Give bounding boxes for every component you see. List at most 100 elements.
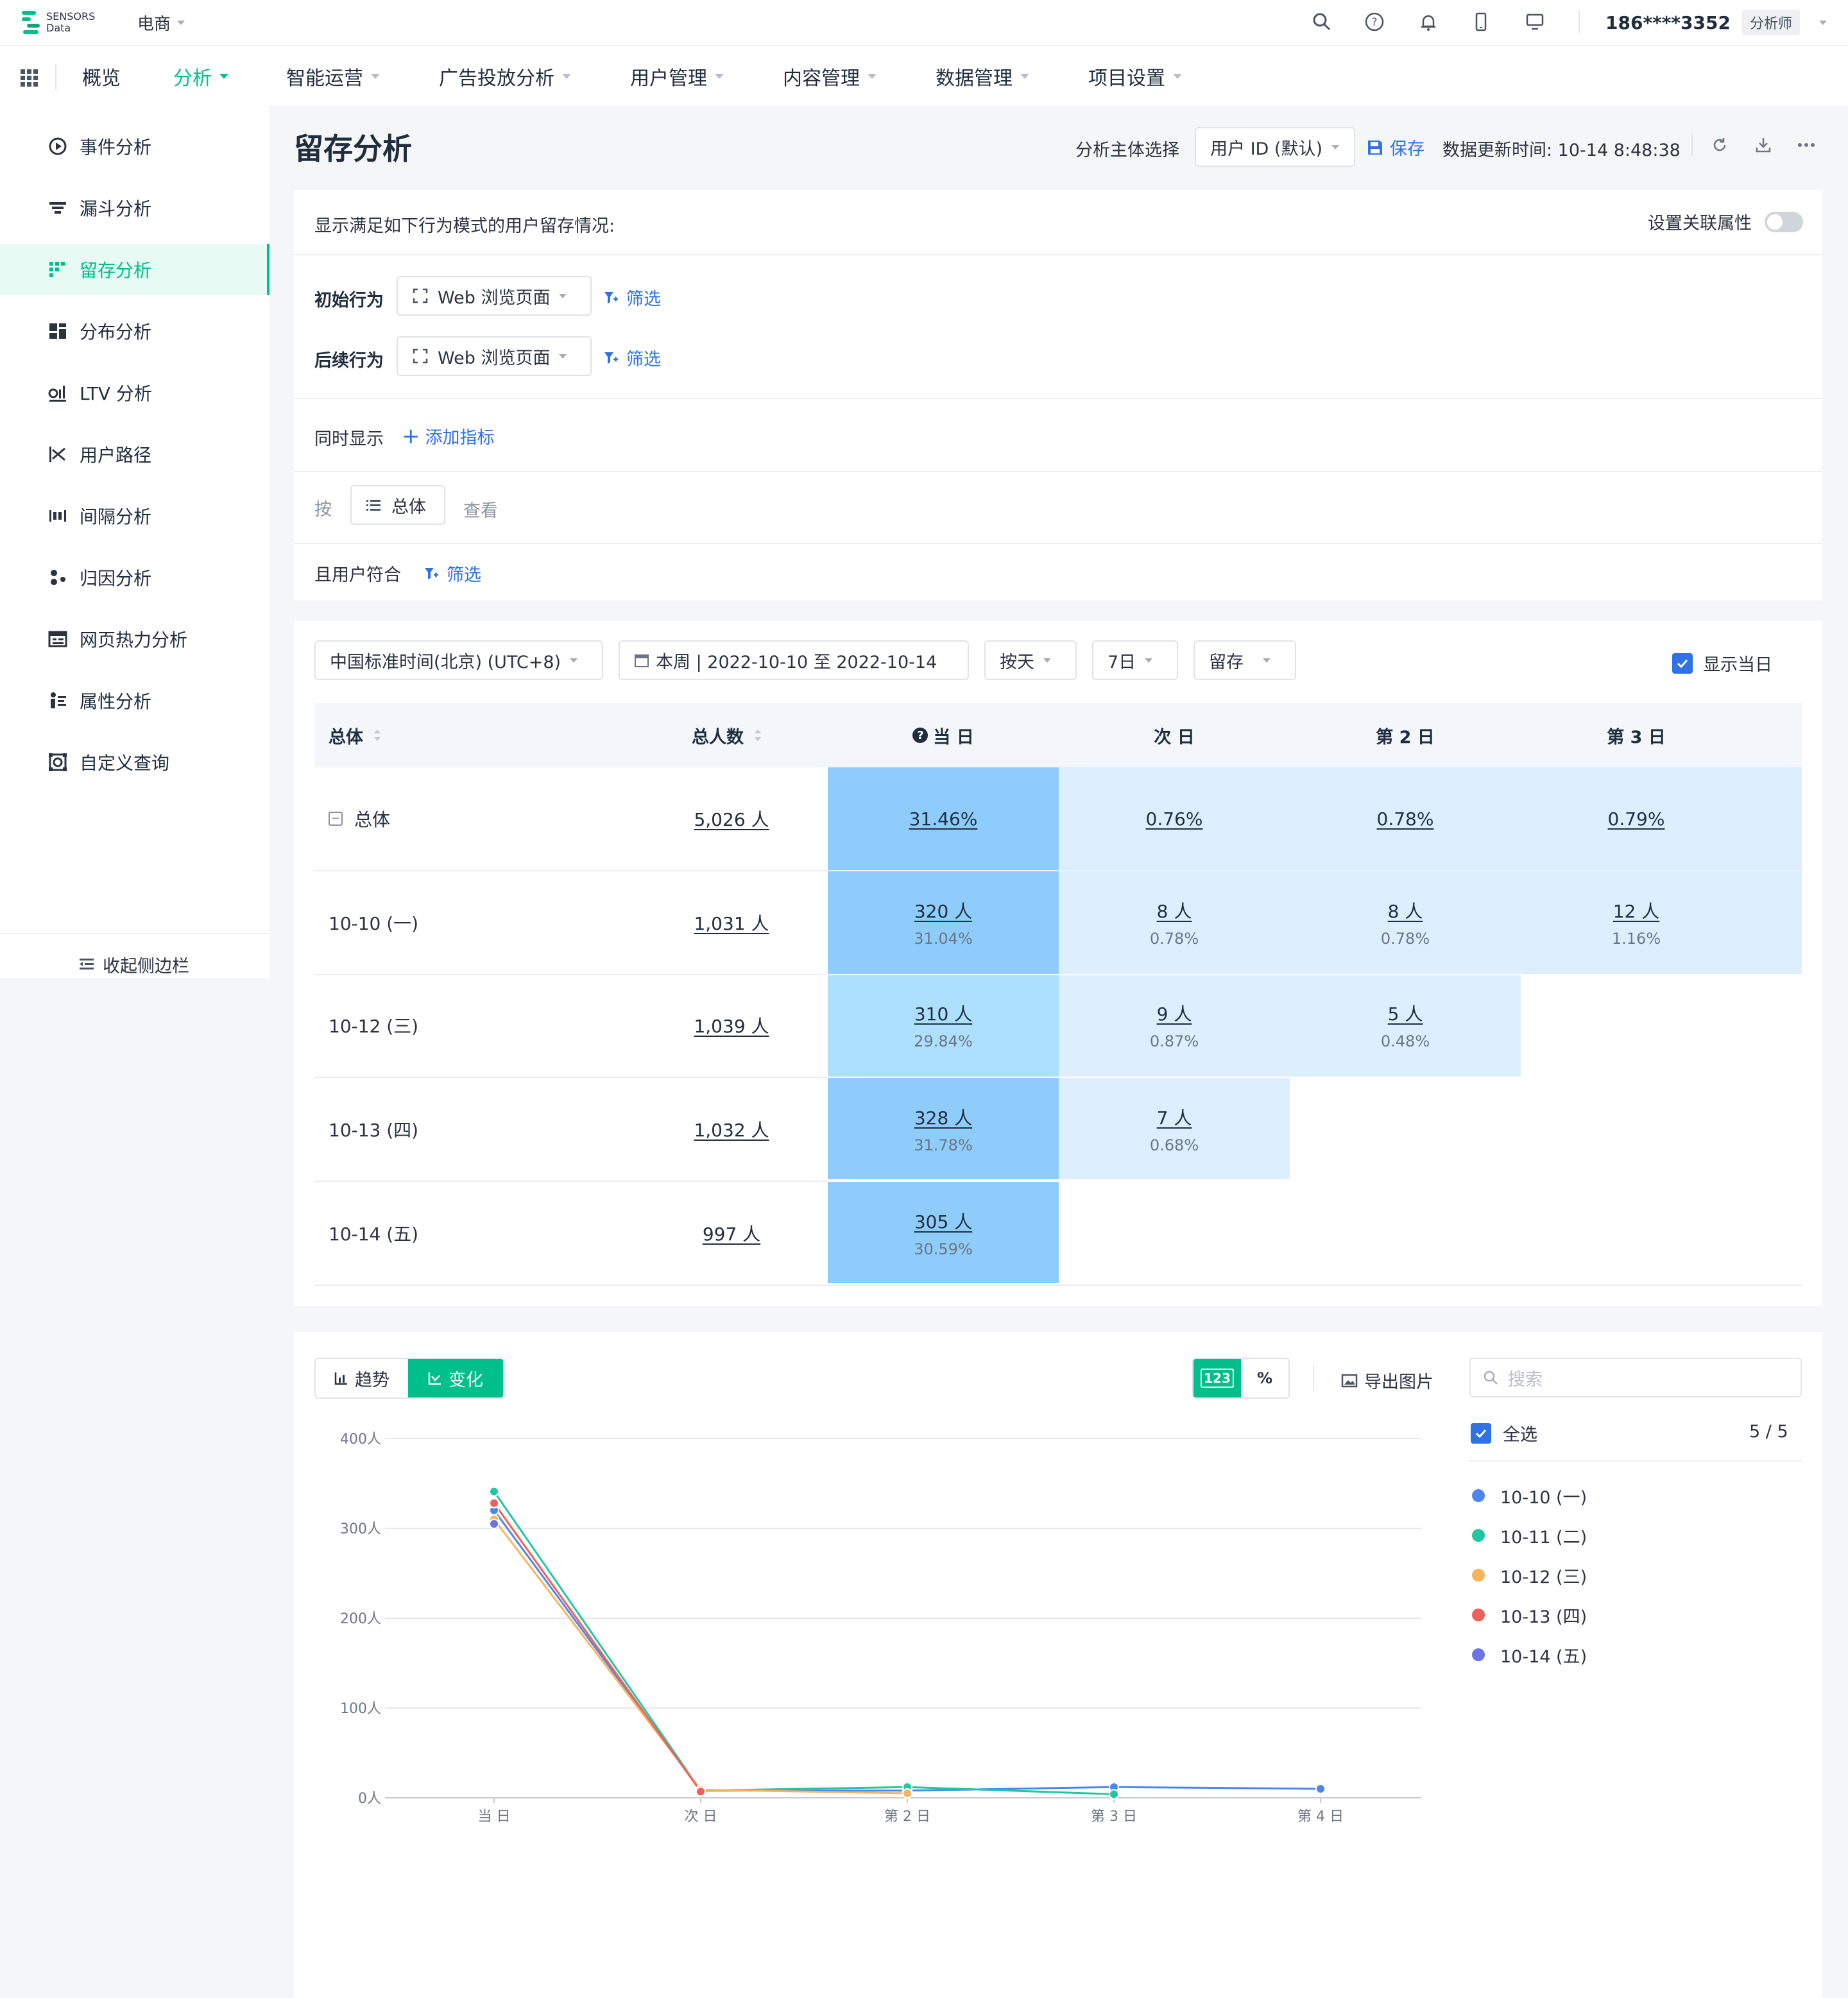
add-metric-button[interactable]: + 添加指标	[402, 423, 495, 448]
tab-trend[interactable]: 趋势	[316, 1359, 409, 1397]
cell-rate: 0.78%	[1149, 930, 1199, 948]
total-cell[interactable]: 1,032 人	[642, 1078, 821, 1181]
mobile-icon[interactable]	[1471, 12, 1491, 32]
header-group[interactable]: 总体	[329, 703, 382, 767]
x-tick-label: 第 3 日	[1091, 1809, 1137, 1825]
initial-behavior-select[interactable]: Web 浏览页面	[397, 276, 592, 316]
filter-icon	[425, 567, 438, 579]
bell-icon[interactable]	[1418, 12, 1439, 32]
followup-filter-button[interactable]: 筛选	[603, 345, 661, 370]
series-search-input[interactable]: 搜索	[1469, 1358, 1802, 1397]
legend-item[interactable]: 10-13 (四)	[1472, 1595, 1793, 1635]
filter-icon	[604, 352, 618, 364]
nav-content[interactable]: 内容管理	[783, 46, 877, 107]
sort-icon	[374, 730, 381, 741]
total-cell[interactable]: 1,039 人	[642, 974, 821, 1077]
retention-cell[interactable]: 31.46%	[828, 767, 1059, 870]
total-cell[interactable]: 5,026 人	[642, 767, 821, 870]
user-menu[interactable]: 186****3352 分析师	[1605, 9, 1827, 36]
retention-cell[interactable]: 0.76%	[1059, 767, 1290, 870]
list-icon	[366, 500, 381, 511]
cell-rate: 1.16%	[1611, 930, 1661, 948]
retention-cell[interactable]: 305 人 30.59%	[828, 1182, 1059, 1285]
sidebar-item-interval[interactable]: 间隔分析	[0, 490, 270, 542]
refresh-icon[interactable]	[1711, 136, 1729, 154]
divider	[294, 543, 1822, 544]
sidebar-item-query[interactable]: 自定义查询	[0, 737, 270, 788]
date-range-picker[interactable]: 本周 | 2022-10-10 至 2022-10-14	[619, 640, 969, 680]
group-by-select[interactable]: 总体	[350, 485, 445, 525]
more-icon[interactable]	[1797, 136, 1816, 154]
sidebar-item-path[interactable]: 用户路径	[0, 429, 270, 480]
cell-value: 9 人	[1156, 1003, 1192, 1025]
nav-project-settings[interactable]: 项目设置	[1088, 46, 1182, 107]
apps-grid-icon[interactable]	[19, 68, 40, 89]
retention-cell[interactable]: 8 人 0.78%	[1290, 871, 1521, 974]
sidebar-item-attribution[interactable]: 归因分析	[0, 552, 270, 603]
save-icon	[1368, 140, 1382, 155]
sidebar-item-distribution[interactable]: 分布分析	[0, 305, 270, 357]
logo[interactable]: SENSORS Data	[21, 9, 95, 36]
retention-cell[interactable]: 7 人 0.68%	[1059, 1078, 1290, 1181]
sidebar-item-event[interactable]: 事件分析	[0, 121, 270, 172]
header-total[interactable]: 总人数	[692, 703, 763, 767]
legend-item[interactable]: 10-10 (一)	[1472, 1476, 1793, 1516]
nav-users[interactable]: 用户管理	[630, 46, 724, 107]
sidebar-item-heatmap[interactable]: 网页热力分析	[0, 613, 270, 665]
show-today-checkbox[interactable]: 显示当日	[1672, 651, 1772, 676]
legend-item[interactable]: 10-12 (三)	[1472, 1555, 1793, 1595]
subject-select[interactable]: 用户 ID (默认)	[1195, 127, 1355, 167]
retention-cell[interactable]: 310 人 29.84%	[828, 974, 1059, 1077]
retention-cell[interactable]: 12 人 1.16%	[1521, 871, 1752, 974]
divider	[1579, 10, 1580, 33]
mode-number-button[interactable]: 123	[1194, 1359, 1241, 1397]
tab-change[interactable]: 变化	[408, 1359, 503, 1397]
relation-toggle[interactable]: 设置关联属性	[1648, 209, 1803, 234]
retention-cell[interactable]: 5 人 0.48%	[1290, 974, 1521, 1077]
collapse-sidebar-button[interactable]: 收起侧边栏	[78, 942, 189, 987]
sidebar-item-property[interactable]: 属性分析	[0, 675, 270, 726]
chevron-down-icon	[1818, 20, 1827, 25]
nav-ads[interactable]: 广告投放分析	[439, 46, 571, 107]
save-button[interactable]: 保存	[1367, 135, 1425, 160]
nav-smart-ops[interactable]: 智能运营	[286, 46, 380, 107]
sidebar-item-ltv[interactable]: LTV 分析	[0, 367, 270, 418]
retention-cell[interactable]: 0.78%	[1290, 767, 1521, 870]
monitor-icon[interactable]	[1525, 12, 1545, 32]
window-select[interactable]: 7日	[1092, 640, 1178, 680]
total-value: 1,039 人	[694, 1016, 769, 1037]
toggle-switch[interactable]	[1765, 211, 1803, 232]
legend-item[interactable]: 10-11 (二)	[1472, 1516, 1793, 1555]
initial-filter-button[interactable]: 筛选	[603, 285, 661, 310]
select-all-checkbox[interactable]: 全选	[1471, 1421, 1537, 1446]
retention-cell[interactable]: 9 人 0.87%	[1059, 974, 1290, 1077]
nav-analysis[interactable]: 分析	[173, 46, 228, 107]
export-image-button[interactable]: 导出图片	[1341, 1368, 1433, 1393]
download-icon[interactable]	[1754, 136, 1772, 154]
legend-item[interactable]: 10-14 (五)	[1472, 1635, 1793, 1675]
retention-cell[interactable]: 328 人 31.78%	[828, 1078, 1059, 1181]
sidebar-item-label: 用户路径	[80, 445, 152, 466]
help-icon[interactable]: ?	[1364, 12, 1385, 32]
metric-select[interactable]: 留存	[1194, 640, 1296, 680]
project-selector[interactable]: 电商	[137, 9, 185, 36]
cell-value: 12 人	[1613, 901, 1660, 922]
retention-cell[interactable]: 0.79%	[1521, 767, 1752, 870]
granularity-select[interactable]: 按天	[984, 640, 1077, 680]
collapse-row-icon[interactable]: −	[329, 812, 343, 826]
nav-overview[interactable]: 概览	[82, 46, 121, 107]
sidebar-item-retention[interactable]: 留存分析	[0, 244, 270, 295]
retention-cell[interactable]: 320 人 31.04%	[828, 871, 1059, 974]
role-badge: 分析师	[1741, 10, 1800, 35]
timezone-select[interactable]: 中国标准时间(北京) (UTC+8)	[314, 640, 603, 680]
nav-data[interactable]: 数据管理	[936, 46, 1029, 107]
sidebar-item-funnel[interactable]: 漏斗分析	[0, 182, 270, 234]
retention-cell[interactable]: 8 人 0.78%	[1059, 871, 1290, 974]
mode-percent-button[interactable]: %	[1241, 1359, 1288, 1397]
user-filter-button[interactable]: 筛选	[424, 561, 481, 586]
info-icon: ?	[912, 728, 928, 743]
search-icon[interactable]	[1312, 12, 1332, 32]
followup-behavior-select[interactable]: Web 浏览页面	[397, 336, 592, 376]
total-cell[interactable]: 997 人	[642, 1182, 821, 1285]
total-cell[interactable]: 1,031 人	[642, 871, 821, 974]
